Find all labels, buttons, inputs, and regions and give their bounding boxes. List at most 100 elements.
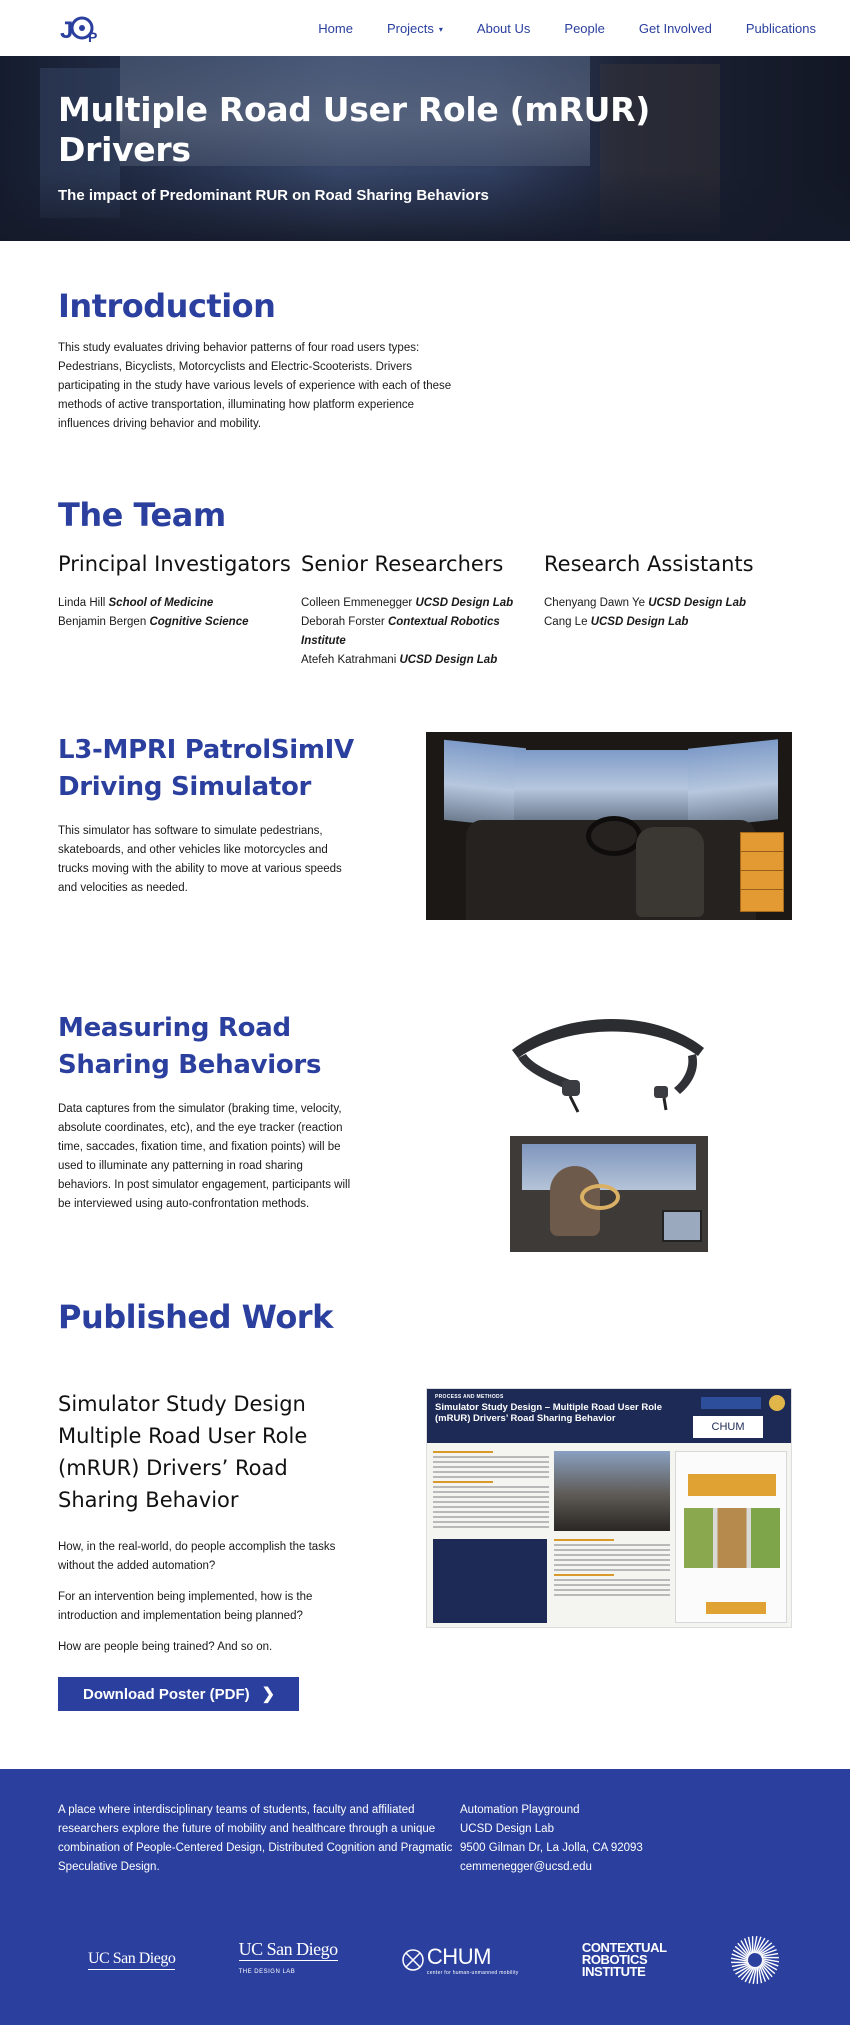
- nav-publications[interactable]: Publications: [746, 21, 816, 36]
- poster-cta-bar: [706, 1602, 766, 1614]
- team-group-title: Research Assistants: [544, 548, 787, 580]
- partner-logos: UC San Diego UC San Diego THE DESIGN LAB…: [58, 1935, 792, 1985]
- team-member-list: Linda Hill School of Medicine Benjamin B…: [58, 594, 301, 632]
- nav-people[interactable]: People: [564, 21, 604, 36]
- eye-tracker-glasses-icon: [504, 1010, 714, 1120]
- team-member-list: Colleen Emmenegger UCSD Design Lab Debor…: [301, 594, 544, 670]
- intro-heading: Introduction: [58, 287, 792, 325]
- member-name: Benjamin Bergen: [58, 616, 146, 628]
- team-member: Cang Le UCSD Design Lab: [544, 613, 787, 632]
- team-member: Benjamin Bergen Cognitive Science: [58, 613, 301, 632]
- member-affiliation: Cognitive Science: [149, 616, 248, 628]
- published-heading: Published Work: [58, 1298, 792, 1336]
- measuring-section: Measuring Road Sharing Behaviors Data ca…: [0, 920, 850, 1252]
- team-member: Linda Hill School of Medicine: [58, 594, 301, 613]
- hero-banner: Multiple Road User Role (mRUR) Drivers T…: [0, 56, 850, 241]
- chum-logo-sub: center for human-unmanned mobility: [427, 1970, 519, 1976]
- team-member: Chenyang Dawn Ye UCSD Design Lab: [544, 594, 787, 613]
- hero-subtitle: The impact of Predominant RUR on Road Sh…: [58, 187, 790, 204]
- member-affiliation: School of Medicine: [109, 597, 214, 609]
- team-group-title: Senior Researchers: [301, 548, 544, 580]
- simulator-photo: [426, 732, 792, 920]
- poster-column-framework: [675, 1451, 787, 1623]
- simulator-heading: L3-MPRI PatrolSimIV Driving Simulator: [58, 732, 358, 806]
- team-group-principal-investigators: Principal Investigators Linda Hill Schoo…: [58, 548, 301, 670]
- simulator-body: This simulator has software to simulate …: [58, 822, 358, 898]
- design-lab-logo[interactable]: UC San Diego THE DESIGN LAB: [239, 1940, 338, 1981]
- download-poster-label: Download Poster (PDF): [83, 1686, 250, 1703]
- steering-wheel-icon: [580, 1184, 620, 1210]
- member-name: Chenyang Dawn Ye: [544, 597, 645, 609]
- member-affiliation: UCSD Design Lab: [648, 597, 746, 609]
- poster-column-roles: [554, 1539, 670, 1599]
- poster-preview[interactable]: PROCESS AND METHODS Simulator Study Desi…: [426, 1388, 792, 1628]
- main-menu: Home Projects ▾ About Us People Get Invol…: [318, 21, 816, 36]
- poster-framework-box: [688, 1474, 776, 1496]
- site-footer: A place where interdisciplinary teams of…: [0, 1769, 850, 2025]
- simulator-section: L3-MPRI PatrolSimIV Driving Simulator Th…: [0, 670, 850, 920]
- published-text: Simulator Study Design Multiple Road Use…: [58, 1388, 358, 1711]
- nav-projects-label: Projects: [387, 21, 434, 36]
- nav-about-us[interactable]: About Us: [477, 21, 530, 36]
- member-affiliation: UCSD Design Lab: [591, 616, 689, 628]
- chum-logo[interactable]: CHUM center for human-unmanned mobility: [401, 1944, 519, 1976]
- team-group-title: Principal Investigators: [58, 548, 301, 580]
- nav-home[interactable]: Home: [318, 21, 353, 36]
- member-name: Deborah Forster: [301, 616, 385, 628]
- chevron-down-icon: ▾: [439, 25, 443, 34]
- poster-simulator-photo: [554, 1451, 670, 1531]
- poster-header: PROCESS AND METHODS Simulator Study Desi…: [427, 1389, 791, 1443]
- poster-institution-badge: [701, 1397, 761, 1409]
- poster-data-collection-table: [433, 1539, 547, 1623]
- contextual-robotics-logo[interactable]: CONTEXTUAL ROBOTICS INSTITUTE: [582, 1942, 667, 1978]
- team-heading: The Team: [58, 496, 792, 534]
- measuring-heading: Measuring Road Sharing Behaviors: [58, 1010, 358, 1084]
- team-group-research-assistants: Research Assistants Chenyang Dawn Ye UCS…: [544, 548, 787, 670]
- poster-title: Simulator Study Design – Multiple Road U…: [435, 1402, 690, 1424]
- chum-logo-text: CHUM: [427, 1944, 491, 1969]
- sunburst-logo-icon[interactable]: [730, 1935, 780, 1985]
- published-question: How are people being trained? And so on.: [58, 1638, 358, 1657]
- poster-scenario-grid: [684, 1508, 780, 1568]
- design-lab-logo-sub: THE DESIGN LAB: [239, 1960, 338, 1981]
- orange-cabinet: [740, 832, 784, 912]
- hero-content: Multiple Road User Role (mRUR) Drivers T…: [58, 90, 790, 204]
- poster-seal-icon: [769, 1395, 785, 1411]
- team-member-list: Chenyang Dawn Ye UCSD Design Lab Cang Le…: [544, 594, 787, 632]
- poster-chum-logo: CHUM: [693, 1416, 763, 1438]
- top-nav: J P Home Projects ▾ About Us People Get I…: [0, 0, 850, 56]
- intro-section: Introduction This study evaluates drivin…: [0, 241, 850, 434]
- laptop-icon: [662, 1210, 702, 1242]
- footer-address-line: 9500 Gilman Dr, La Jolla, CA 92093: [460, 1839, 643, 1858]
- published-question: For an intervention being implemented, h…: [58, 1588, 358, 1626]
- member-name: Colleen Emmenegger: [301, 597, 412, 609]
- poster-column-background: [433, 1451, 549, 1531]
- chevron-right-icon: ❯: [262, 1684, 275, 1704]
- simulator-text: L3-MPRI PatrolSimIV Driving Simulator Th…: [58, 732, 358, 920]
- published-item-title: Simulator Study Design Multiple Road Use…: [58, 1388, 358, 1516]
- published-question: How, in the real-world, do people accomp…: [58, 1538, 358, 1576]
- ucsd-logo[interactable]: UC San Diego: [88, 1950, 175, 1970]
- measuring-images: [426, 1010, 792, 1252]
- published-section: Published Work Simulator Study Design Mu…: [0, 1252, 850, 1711]
- nav-get-involved[interactable]: Get Involved: [639, 21, 712, 36]
- design-lab-logo-main: UC San Diego: [239, 1939, 338, 1959]
- team-section: The Team Principal Investigators Linda H…: [0, 434, 850, 670]
- measuring-body: Data captures from the simulator (brakin…: [58, 1100, 358, 1214]
- member-name: Cang Le: [544, 616, 587, 628]
- lab-logo[interactable]: J P: [58, 8, 102, 48]
- participant-photo-screen: [522, 1144, 696, 1190]
- footer-about: A place where interdisciplinary teams of…: [58, 1801, 460, 1877]
- steering-wheel-icon: [586, 816, 642, 856]
- footer-email-link[interactable]: cemmenegger@ucsd.edu: [460, 1858, 643, 1877]
- measuring-text: Measuring Road Sharing Behaviors Data ca…: [58, 1010, 358, 1252]
- member-affiliation: UCSD Design Lab: [415, 597, 513, 609]
- team-group-senior-researchers: Senior Researchers Colleen Emmenegger UC…: [301, 548, 544, 670]
- member-name: Linda Hill: [58, 597, 105, 609]
- cri-logo-line: INSTITUTE: [582, 1966, 667, 1978]
- team-member: Deborah Forster Contextual Robotics Inst…: [301, 613, 544, 651]
- hero-title: Multiple Road User Role (mRUR) Drivers: [58, 90, 790, 170]
- member-name: Atefeh Katrahmani: [301, 654, 396, 666]
- nav-projects[interactable]: Projects ▾: [387, 21, 443, 36]
- download-poster-button[interactable]: Download Poster (PDF) ❯: [58, 1677, 299, 1711]
